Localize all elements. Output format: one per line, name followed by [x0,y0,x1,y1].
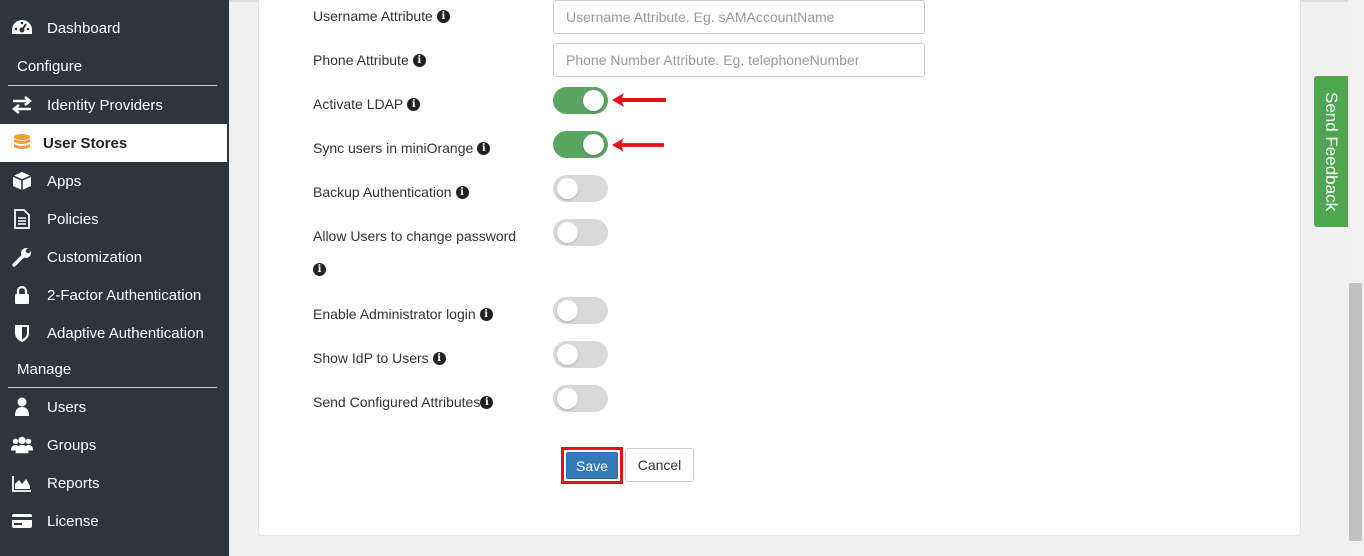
phone-attribute-label: Phone Attribute i [313,52,426,68]
show-idp-toggle[interactable] [553,341,608,368]
toggle-knob [583,134,604,155]
sidebar-item-label: Users [47,398,87,416]
info-icon[interactable]: i [412,53,426,67]
sidebar-item-label: Adaptive Authentication [47,324,204,342]
info-icon[interactable]: i [407,97,421,111]
cancel-button[interactable]: Cancel [625,448,694,482]
database-icon [11,132,33,154]
sidebar-item-label: Customization [47,248,143,266]
sidebar-item-2fa[interactable]: 2-Factor Authentication [0,276,227,314]
section-header-configure: Configure [17,58,83,75]
sidebar-item-user-stores[interactable]: User Stores [0,124,227,162]
toggle-knob [557,344,578,365]
sidebar-item-customization[interactable]: Customization [0,238,227,276]
info-icon[interactable]: i [313,263,326,276]
toggle-knob [557,178,578,199]
sidebar-item-label: User Stores [43,134,128,152]
sidebar-item-license[interactable]: License [0,502,227,540]
send-configured-attributes-label: Send Configured Attributes i [313,394,494,410]
scrollbar-thumb[interactable] [1349,283,1362,541]
allow-change-password-toggle[interactable] [553,219,608,246]
exchange-icon [11,94,33,116]
sync-users-label: Sync users in miniOrange i [313,140,491,156]
users-icon [11,434,33,456]
sidebar-item-label: Apps [47,172,82,190]
sidebar-item-label: Reports [47,474,100,492]
sidebar-item-adaptive-auth[interactable]: Adaptive Authentication [0,314,227,352]
area-chart-icon [11,472,33,494]
sidebar-item-dashboard[interactable]: Dashboard [0,9,227,47]
credit-card-icon [11,510,33,532]
sidebar-item-users[interactable]: Users [0,388,227,426]
info-icon[interactable]: i [432,351,446,365]
backup-authentication-toggle[interactable] [553,175,608,202]
username-attribute-input[interactable] [553,0,925,34]
backup-authentication-label: Backup Authentication i [313,184,469,200]
dashboard-icon [11,17,33,39]
sidebar-item-label: Identity Providers [47,96,163,114]
save-button[interactable]: Save [566,452,618,479]
user-icon [11,396,33,418]
username-attribute-label: Username Attribute i [313,8,450,24]
phone-attribute-input[interactable] [553,43,925,77]
sidebar-item-label: License [47,512,99,530]
sidebar-item-policies[interactable]: Policies [0,200,227,238]
info-icon[interactable]: i [480,395,494,409]
send-feedback-label: Send Feedback [1322,91,1341,212]
toggle-knob [583,90,604,111]
sidebar: Dashboard Configure Identity Providers U… [0,0,229,556]
sidebar-item-label: 2-Factor Authentication [47,286,202,304]
section-header-manage: Manage [17,361,72,378]
red-arrow-icon [612,138,664,152]
document-icon [11,208,33,230]
cube-icon [11,170,33,192]
sidebar-item-label: Dashboard [47,19,121,37]
activate-ldap-label: Activate LDAP i [313,96,421,112]
info-icon[interactable]: i [477,141,491,155]
toggle-knob [557,222,578,243]
sidebar-item-groups[interactable]: Groups [0,426,227,464]
info-icon[interactable]: i [455,185,469,199]
toggle-knob [557,300,578,321]
save-highlight-box: Save [561,447,623,484]
allow-change-password-label: Allow Users to change password [313,228,517,244]
toggle-knob [557,388,578,409]
sidebar-item-label: Groups [47,436,97,454]
sidebar-item-label: Policies [47,210,99,228]
sidebar-item-reports[interactable]: Reports [0,464,227,502]
sidebar-item-apps[interactable]: Apps [0,162,227,200]
activate-ldap-toggle[interactable] [553,87,608,114]
info-icon[interactable]: i [436,9,450,23]
lock-icon [11,284,33,306]
send-configured-attributes-toggle[interactable] [553,385,608,412]
info-icon[interactable]: i [479,307,493,321]
enable-admin-login-toggle[interactable] [553,297,608,324]
enable-admin-login-label: Enable Administrator login i [313,306,493,322]
shield-icon [11,322,33,344]
sidebar-item-identity-providers[interactable]: Identity Providers [0,86,227,124]
user-store-form-card [258,0,1301,536]
show-idp-label: Show IdP to Users i [313,350,446,366]
send-feedback-tab[interactable]: Send Feedback [1314,76,1348,227]
sync-users-toggle[interactable] [553,131,608,158]
wrench-icon [11,246,33,268]
red-arrow-icon [612,93,666,107]
